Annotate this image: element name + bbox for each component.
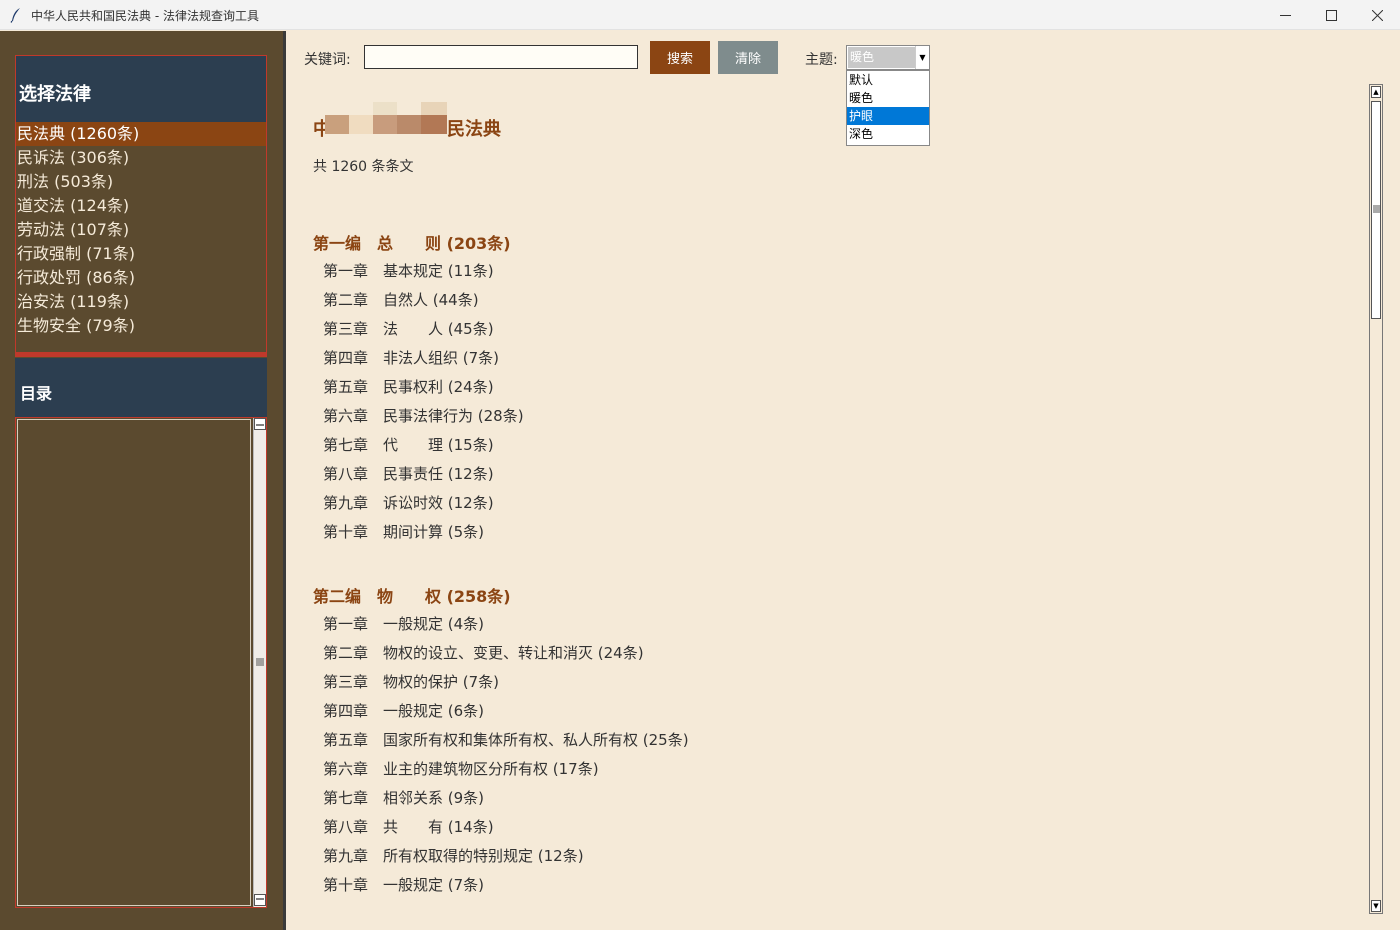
law-item-admin-penalty[interactable]: 行政处罚 (86条) [16, 266, 266, 290]
law-item-civil-code[interactable]: 民法典 (1260条) [16, 122, 266, 146]
feather-icon [10, 8, 20, 23]
chapter-item[interactable]: 第八章 民事责任 (12条) [323, 463, 494, 484]
left-panel: 选择法律 民法典 (1260条) 民诉法 (306条) 刑法 (503条) 道交… [0, 31, 283, 930]
toc-scroll-down-icon[interactable] [254, 894, 266, 906]
maximize-button[interactable] [1308, 0, 1354, 30]
law-item-criminal-law[interactable]: 刑法 (503条) [16, 170, 266, 194]
part-heading[interactable]: 第二编 物 权 (258条) [313, 583, 511, 607]
redacted-title-block [325, 102, 447, 134]
chapter-item[interactable]: 第六章 业主的建筑物区分所有权 (17条) [323, 758, 599, 779]
window-title: 中华人民共和国民法典 - 法律法规查询工具 [31, 9, 259, 23]
theme-option-dark[interactable]: 深色 [847, 125, 929, 143]
toc-container [15, 417, 267, 908]
chapter-item[interactable]: 第七章 代 理 (15条) [323, 434, 494, 455]
minimize-icon [1279, 14, 1291, 16]
chapter-item[interactable]: 第五章 民事权利 (24条) [323, 376, 494, 397]
chapter-item[interactable]: 第四章 一般规定 (6条) [323, 700, 484, 721]
minimize-button[interactable] [1262, 0, 1308, 30]
theme-label: 主题: [805, 52, 838, 68]
close-icon [1371, 9, 1383, 21]
scroll-grip-icon [1373, 205, 1381, 213]
law-item-public-security[interactable]: 治安法 (119条) [16, 290, 266, 314]
law-item-labor-law[interactable]: 劳动法 (107条) [16, 218, 266, 242]
chapter-item[interactable]: 第一章 一般规定 (4条) [323, 613, 484, 634]
law-item-biosecurity[interactable]: 生物安全 (79条) [16, 314, 266, 338]
law-selector: 选择法律 民法典 (1260条) 民诉法 (306条) 刑法 (503条) 道交… [15, 55, 267, 357]
toc-scrollbar[interactable] [253, 418, 266, 907]
keyword-input[interactable] [364, 45, 638, 69]
toc-scroll-up-icon[interactable] [254, 418, 266, 430]
article-count: 共 1260 条条文 [313, 159, 414, 175]
title-bar: 中华人民共和国民法典 - 法律法规查询工具 [0, 0, 1400, 30]
chapter-item[interactable]: 第十章 期间计算 (5条) [323, 521, 484, 542]
keyword-label: 关键词: [304, 52, 351, 68]
law-item-civil-procedure[interactable]: 民诉法 (306条) [16, 146, 266, 170]
chapter-item[interactable]: 第二章 自然人 (44条) [323, 289, 479, 310]
law-selector-title: 选择法律 [19, 84, 91, 105]
law-item-admin-enforcement[interactable]: 行政强制 (71条) [16, 242, 266, 266]
chapter-item[interactable]: 第九章 所有权取得的特别规定 (12条) [323, 845, 584, 866]
close-button[interactable] [1354, 0, 1400, 30]
scroll-down-icon[interactable]: ▼ [1371, 900, 1381, 912]
part-heading[interactable]: 第一编 总 则 (203条) [313, 230, 511, 254]
chapter-item[interactable]: 第九章 诉讼时效 (12条) [323, 492, 494, 513]
law-selector-header: 选择法律 [16, 56, 266, 122]
scroll-thumb[interactable] [1371, 101, 1381, 319]
toc-header: 目录 [15, 358, 267, 418]
maximize-icon [1325, 9, 1337, 21]
theme-select[interactable]: 暖色 ▼ [846, 45, 930, 70]
document-title-end: 民法典 [447, 119, 501, 140]
chapter-item[interactable]: 第十章 一般规定 (7条) [323, 874, 484, 895]
scroll-up-icon[interactable]: ▲ [1371, 86, 1381, 98]
chapter-item[interactable]: 第八章 共 有 (14条) [323, 816, 494, 837]
chapter-item[interactable]: 第三章 法 人 (45条) [323, 318, 494, 339]
chevron-down-icon[interactable]: ▼ [915, 46, 929, 69]
chapter-item[interactable]: 第二章 物权的设立、变更、转让和消灭 (24条) [323, 642, 644, 663]
toc-title: 目录 [20, 384, 53, 403]
theme-option-eye-care[interactable]: 护眼 [847, 107, 929, 125]
pane-splitter[interactable] [283, 31, 286, 930]
chapter-item[interactable]: 第一章 基本规定 (11条) [323, 260, 494, 281]
theme-option-default[interactable]: 默认 [847, 71, 929, 89]
theme-dropdown: 默认 暖色 护眼 深色 [846, 70, 930, 146]
clear-button[interactable]: 清除 [718, 41, 778, 74]
chapter-item[interactable]: 第四章 非法人组织 (7条) [323, 347, 499, 368]
search-button[interactable]: 搜索 [650, 41, 710, 74]
law-list: 民法典 (1260条) 民诉法 (306条) 刑法 (503条) 道交法 (12… [16, 122, 266, 338]
toc-tree[interactable] [17, 419, 251, 906]
chapter-item[interactable]: 第五章 国家所有权和集体所有权、私人所有权 (25条) [323, 729, 689, 750]
panel-divider[interactable] [15, 352, 267, 356]
theme-select-value: 暖色 [848, 47, 916, 68]
document-view: 中 民法典 共 1260 条条文 第一编 总 则 (203条) 第一章 基本规定… [295, 84, 1365, 914]
theme-option-warm[interactable]: 暖色 [847, 89, 929, 107]
document-scrollbar[interactable]: ▲ ▼ [1369, 84, 1383, 914]
law-item-road-traffic[interactable]: 道交法 (124条) [16, 194, 266, 218]
chapter-item[interactable]: 第三章 物权的保护 (7条) [323, 671, 499, 692]
chapter-item[interactable]: 第六章 民事法律行为 (28条) [323, 405, 524, 426]
toc-scroll-grip-icon[interactable] [254, 656, 266, 668]
chapter-item[interactable]: 第七章 相邻关系 (9条) [323, 787, 484, 808]
